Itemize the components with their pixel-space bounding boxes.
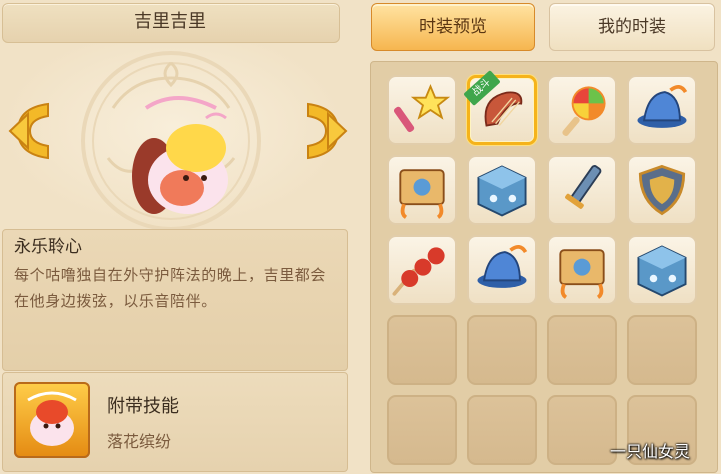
next-character-arrow[interactable] — [302, 98, 348, 164]
outfit-slot[interactable] — [547, 235, 617, 305]
pet-skill-icon — [27, 391, 77, 446]
outfit-slot-empty[interactable] — [547, 315, 617, 385]
outfit-slot-empty[interactable] — [387, 395, 457, 465]
outfit-slot[interactable] — [627, 75, 697, 145]
pet-character-figure — [132, 96, 228, 214]
outfit-slot-empty[interactable] — [547, 395, 617, 465]
outfit-slot[interactable] — [387, 235, 457, 305]
prev-character-arrow[interactable] — [8, 98, 54, 164]
outfit-slot-empty[interactable] — [467, 315, 537, 385]
outfit-grid-panel: 战斗 — [370, 61, 718, 473]
outfit-slot[interactable] — [387, 155, 457, 225]
outfit-slot[interactable] — [547, 75, 617, 145]
outfit-description: 每个咕噜独自在外守护阵法的晚上，吉里都会在他身边拨弦，以乐音陪伴。 — [14, 266, 327, 310]
character-name: 吉里吉里 — [134, 11, 206, 32]
outfit-title: 永乐聆心 — [14, 237, 82, 257]
tab-outfit-preview[interactable]: 时装预览 — [371, 3, 535, 51]
outfit-slot[interactable] — [467, 235, 537, 305]
skill-name: 落花缤纷 — [107, 432, 172, 451]
outfit-slot[interactable] — [547, 155, 617, 225]
outfit-slot[interactable] — [467, 155, 537, 225]
tab-my-outfits[interactable]: 我的时装 — [549, 3, 715, 51]
outfit-slot-empty[interactable] — [467, 395, 537, 465]
skill-icon[interactable] — [14, 382, 90, 458]
skill-heading: 附带技能 — [107, 396, 179, 417]
outfit-slot[interactable] — [387, 75, 457, 145]
watermark: 一只仙女灵 — [610, 442, 691, 461]
outfit-slot-empty[interactable] — [387, 315, 457, 385]
outfit-slot-empty[interactable] — [627, 315, 697, 385]
outfit-slot[interactable]: 战斗 — [463, 70, 537, 145]
outfit-slot[interactable] — [627, 235, 697, 305]
outfit-slot[interactable] — [627, 155, 697, 225]
